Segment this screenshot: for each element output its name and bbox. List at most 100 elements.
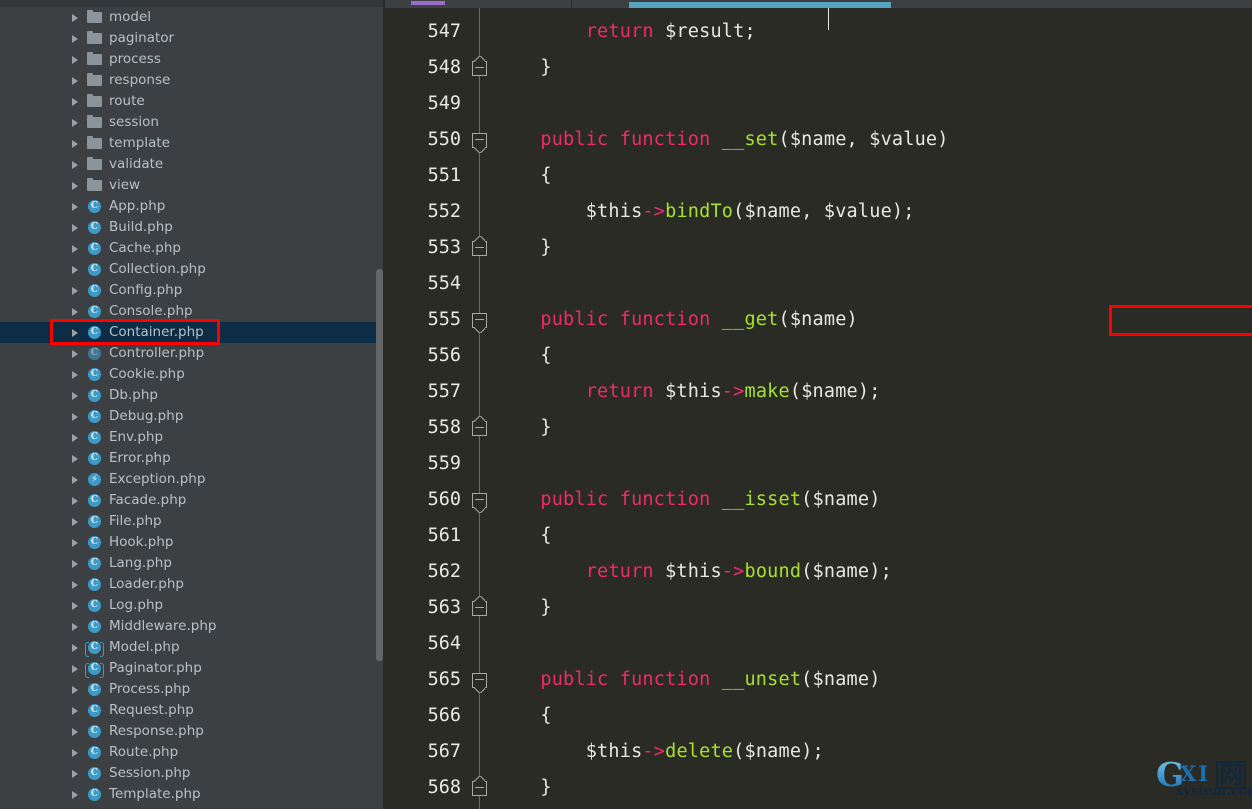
tree-item-cache-php[interactable]: C Cache.php (0, 238, 385, 259)
code-line-560[interactable]: 560 public function __isset($name) (385, 482, 1252, 518)
code-text[interactable]: public function __set($name, $value) (495, 122, 949, 158)
chevron-right-icon[interactable] (72, 664, 78, 673)
code-text[interactable]: { (495, 698, 552, 734)
tree-item-route[interactable]: route (0, 91, 385, 112)
chevron-right-icon[interactable] (72, 244, 78, 253)
tree-item-template[interactable]: template (0, 133, 385, 154)
chevron-right-icon[interactable] (72, 76, 78, 85)
code-line-553[interactable]: 553 } (385, 230, 1252, 266)
code-text[interactable]: } (495, 410, 552, 446)
chevron-right-icon[interactable] (72, 580, 78, 589)
code-text[interactable]: return $result; (495, 14, 756, 50)
code-text[interactable]: { (495, 338, 552, 374)
code-fold-down-icon[interactable] (472, 493, 487, 508)
tree-item-cookie-php[interactable]: C Cookie.php (0, 364, 385, 385)
code-line-549[interactable]: 549 (385, 86, 1252, 122)
chevron-right-icon[interactable] (72, 748, 78, 757)
chevron-right-icon[interactable] (72, 202, 78, 211)
tree-item-debug-php[interactable]: C Debug.php (0, 406, 385, 427)
tree-item-response-php[interactable]: C Response.php (0, 721, 385, 742)
code-line-547[interactable]: 547 return $result; (385, 14, 1252, 50)
code-line-558[interactable]: 558 } (385, 410, 1252, 446)
code-text[interactable]: { (495, 158, 552, 194)
chevron-right-icon[interactable] (72, 769, 78, 778)
chevron-right-icon[interactable] (72, 265, 78, 274)
chevron-right-icon[interactable] (72, 538, 78, 547)
code-text[interactable]: $this->bindTo($name, $value); (495, 194, 915, 230)
code-text[interactable]: $this->delete($name); (495, 734, 824, 770)
tree-item-session[interactable]: session (0, 112, 385, 133)
chevron-right-icon[interactable] (72, 139, 78, 148)
code-line-566[interactable]: 566 { (385, 698, 1252, 734)
file-tree[interactable]: model paginator process response route sessio… (0, 7, 385, 805)
code-text[interactable]: } (495, 50, 552, 86)
chevron-right-icon[interactable] (72, 622, 78, 631)
code-line-554[interactable]: 554 (385, 266, 1252, 302)
chevron-right-icon[interactable] (72, 559, 78, 568)
chevron-right-icon[interactable] (72, 517, 78, 526)
chevron-right-icon[interactable] (72, 34, 78, 43)
editor-tab-bar[interactable] (385, 0, 1252, 8)
tree-item-template-php[interactable]: C Template.php (0, 784, 385, 805)
tree-item-validate[interactable]: validate (0, 154, 385, 175)
chevron-right-icon[interactable] (72, 475, 78, 484)
code-fold-down-icon[interactable] (472, 673, 487, 688)
tree-item-config-php[interactable]: C Config.php (0, 280, 385, 301)
tree-item-facade-php[interactable]: C Facade.php (0, 490, 385, 511)
tree-item-collection-php[interactable]: C Collection.php (0, 259, 385, 280)
tree-item-lang-php[interactable]: C Lang.php (0, 553, 385, 574)
code-line-568[interactable]: 568 } (385, 770, 1252, 806)
code-text[interactable]: return $this->make($name); (495, 374, 881, 410)
tree-item-model-php[interactable]: C Model.php (0, 637, 385, 658)
chevron-right-icon[interactable] (72, 370, 78, 379)
tree-item-exception-php[interactable]: ⚡ Exception.php (0, 469, 385, 490)
code-text[interactable]: public function __unset($name) (495, 662, 881, 698)
code-line-565[interactable]: 565 public function __unset($name) (385, 662, 1252, 698)
code-line-550[interactable]: 550 public function __set($name, $value) (385, 122, 1252, 158)
code-line-552[interactable]: 552 $this->bindTo($name, $value); (385, 194, 1252, 230)
code-line-561[interactable]: 561 { (385, 518, 1252, 554)
chevron-right-icon[interactable] (72, 496, 78, 505)
code-fold-up-icon[interactable] (472, 241, 487, 256)
tree-item-app-php[interactable]: C App.php (0, 196, 385, 217)
code-line-556[interactable]: 556 { (385, 338, 1252, 374)
code-text[interactable]: } (495, 590, 552, 626)
chevron-right-icon[interactable] (72, 118, 78, 127)
code-line-559[interactable]: 559 (385, 446, 1252, 482)
code-line-548[interactable]: 548 } (385, 50, 1252, 86)
code-text[interactable]: } (495, 230, 552, 266)
code-text[interactable]: public function __isset($name) (495, 482, 881, 518)
chevron-right-icon[interactable] (72, 97, 78, 106)
code-line-567[interactable]: 567 $this->delete($name); (385, 734, 1252, 770)
chevron-right-icon[interactable] (72, 181, 78, 190)
code-text[interactable]: { (495, 518, 552, 554)
tree-item-response[interactable]: response (0, 70, 385, 91)
chevron-right-icon[interactable] (72, 454, 78, 463)
code-fold-down-icon[interactable] (472, 313, 487, 328)
code-fold-up-icon[interactable] (472, 421, 487, 436)
tree-item-process[interactable]: process (0, 49, 385, 70)
tree-item-file-php[interactable]: C File.php (0, 511, 385, 532)
chevron-right-icon[interactable] (72, 55, 78, 64)
editor-tab-inactive[interactable] (385, 0, 571, 8)
sidebar-scrollbar[interactable] (376, 269, 383, 661)
code-line-557[interactable]: 557 return $this->make($name); (385, 374, 1252, 410)
tree-item-loader-php[interactable]: C Loader.php (0, 574, 385, 595)
code-fold-up-icon[interactable] (472, 781, 487, 796)
tree-item-process-php[interactable]: C Process.php (0, 679, 385, 700)
chevron-right-icon[interactable] (72, 391, 78, 400)
tree-item-model[interactable]: model (0, 7, 385, 28)
tree-item-db-php[interactable]: C Db.php (0, 385, 385, 406)
chevron-right-icon[interactable] (72, 643, 78, 652)
code-fold-down-icon[interactable] (472, 133, 487, 148)
chevron-right-icon[interactable] (72, 706, 78, 715)
code-text[interactable]: public function __get($name) (495, 302, 858, 338)
code-fold-up-icon[interactable] (472, 61, 487, 76)
chevron-right-icon[interactable] (72, 223, 78, 232)
tree-item-env-php[interactable]: C Env.php (0, 427, 385, 448)
code-text[interactable]: } (495, 770, 552, 806)
tree-item-session-php[interactable]: C Session.php (0, 763, 385, 784)
chevron-right-icon[interactable] (72, 727, 78, 736)
code-line-551[interactable]: 551 { (385, 158, 1252, 194)
tree-item-controller-php[interactable]: C Controller.php (0, 343, 385, 364)
